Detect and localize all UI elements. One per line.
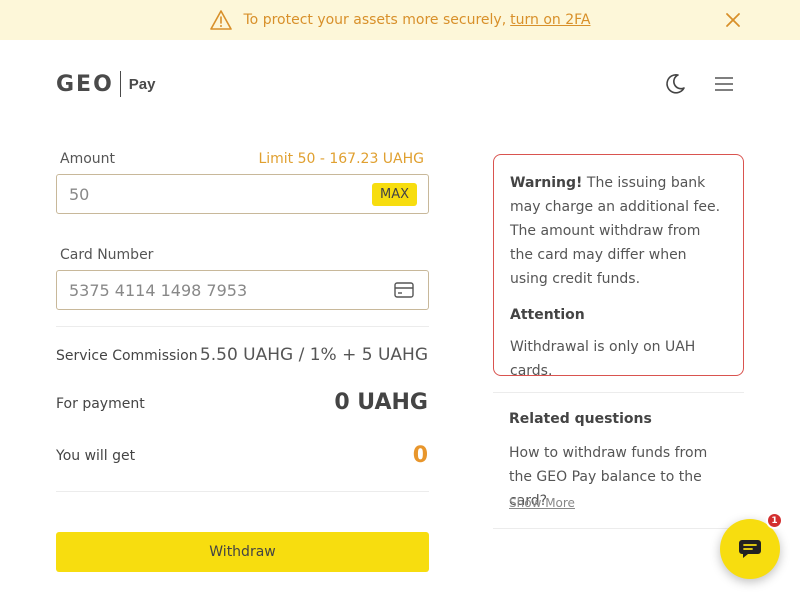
show-more-link[interactable]: Show More [509,496,575,510]
payment-label: For payment [56,396,145,412]
commission-label: Service Commission [56,348,198,364]
you-will-get-label: You will get [56,448,136,464]
logo-mark: GEO [56,71,114,97]
card-number-label: Card Number [60,247,154,263]
banner-text: To protect your assets more securely, [243,12,507,28]
payment-value: 0 UAHG [334,390,428,415]
amount-input[interactable] [69,184,349,204]
max-button[interactable]: MAX [371,183,417,206]
warning-text: Warning! The issuing bank may charge an … [510,171,727,291]
credit-card-icon [394,282,414,298]
withdraw-button[interactable]: Withdraw [56,532,429,572]
turn-on-2fa-link[interactable]: turn on 2FA [510,12,590,28]
card-number-field[interactable] [56,270,429,310]
chat-notification-badge: 1 [766,512,783,529]
logo-divider [119,71,121,97]
commission-value: 5.50 UAHG / 1% + 5 UAHG [199,345,428,365]
amount-field[interactable]: MAX [56,174,429,214]
warning-title: Warning! [510,175,583,191]
divider [56,326,429,327]
geo-pay-logo[interactable]: GEO Pay [56,71,156,97]
you-will-get-value: 0 [412,443,428,468]
warning-box: Warning! The issuing bank may charge an … [493,154,744,379]
warning-body: The issuing bank may charge an additiona… [510,175,721,287]
chat-icon [739,540,761,558]
logo-product: Pay [128,75,156,93]
close-icon[interactable] [724,11,742,29]
header: GEO Pay [0,40,800,128]
moon-icon[interactable] [664,73,686,95]
attention-title: Attention [510,307,585,323]
security-banner: To protect your assets more securely, tu… [0,0,800,40]
amount-label: Amount [60,151,116,167]
related-questions-title: Related questions [509,411,652,427]
warning-icon [209,10,232,30]
divider [493,528,744,529]
attention-text: Withdrawal is only on UAH cards. [510,339,696,379]
hamburger-menu-icon[interactable] [714,76,734,92]
card-number-input[interactable] [69,280,349,300]
divider [493,392,744,393]
divider [56,491,429,492]
amount-limit: Limit 50 - 167.23 UAHG [258,151,424,167]
